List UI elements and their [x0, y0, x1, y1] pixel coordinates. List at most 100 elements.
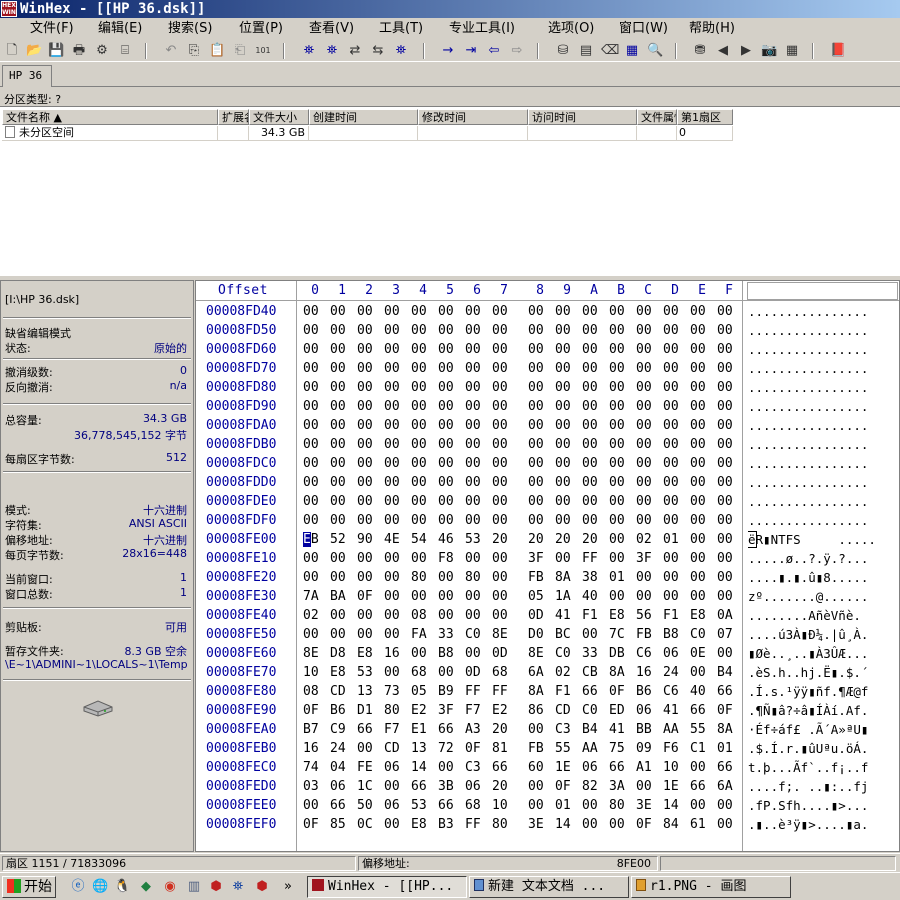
hex-byte[interactable]: 00 — [609, 511, 625, 530]
hex-byte[interactable]: 3E — [636, 796, 652, 815]
hex-byte[interactable]: 00 — [438, 321, 454, 340]
hex-byte[interactable]: 00 — [438, 511, 454, 530]
hex-row[interactable]: 7A BA 0F 00 00 00 00 00 05 1A 40 00 00 00 00 00 — [297, 587, 742, 606]
disk-tools-icon[interactable]: ⛃ — [692, 43, 708, 59]
hex-byte[interactable]: 00 — [663, 359, 679, 378]
hex-byte[interactable]: 00 — [384, 777, 400, 796]
hex-byte[interactable]: 00 — [582, 454, 598, 473]
hex-byte[interactable]: 00 — [582, 321, 598, 340]
hex-byte[interactable]: 00 — [690, 340, 706, 359]
col-header-accessed[interactable]: 访问时间 — [528, 109, 637, 125]
hex-byte[interactable]: 60 — [528, 758, 544, 777]
hex-byte[interactable]: 8E — [303, 644, 319, 663]
hex-byte[interactable]: 00 — [411, 549, 427, 568]
hex-byte[interactable]: 00 — [438, 378, 454, 397]
hex-byte[interactable]: 00 — [636, 473, 652, 492]
hex-byte[interactable]: 00 — [717, 492, 733, 511]
hex-byte[interactable]: 00 — [582, 340, 598, 359]
hex-byte[interactable]: 68 — [492, 663, 508, 682]
hex-byte[interactable]: E8 — [690, 606, 706, 625]
hex-byte[interactable]: 00 — [384, 492, 400, 511]
hex-byte[interactable]: 00 — [357, 511, 373, 530]
copy-icon[interactable]: ⎘ — [186, 43, 202, 59]
hex-byte[interactable]: 20 — [492, 530, 508, 549]
properties-icon[interactable]: ⚙ — [94, 43, 110, 59]
hex-byte[interactable]: 00 — [357, 321, 373, 340]
hex-byte[interactable]: 00 — [357, 378, 373, 397]
hex-byte[interactable]: 85 — [330, 815, 346, 834]
hex-byte[interactable]: 00 — [492, 435, 508, 454]
hex-byte[interactable]: 8A — [555, 568, 571, 587]
hex-byte[interactable]: 75 — [609, 739, 625, 758]
hex-byte[interactable]: D0 — [528, 625, 544, 644]
hex-row[interactable]: 00 00 00 00 00 00 00 00 00 00 00 00 00 00 00 00 — [297, 340, 742, 359]
menu-file[interactable]: 文件(F) — [30, 20, 74, 38]
hex-byte[interactable]: 8E — [492, 625, 508, 644]
hex-byte[interactable]: 00 — [663, 321, 679, 340]
hex-byte[interactable]: 0E — [690, 644, 706, 663]
ascii-row[interactable]: ....f;. ..▮:..fj — [748, 777, 898, 796]
hex-byte[interactable]: 80 — [609, 796, 625, 815]
ascii-row[interactable]: ....▮.▮.û▮8..... — [748, 568, 898, 587]
hex-byte[interactable]: BB — [636, 720, 652, 739]
hex-byte[interactable]: 00 — [303, 511, 319, 530]
ascii-row[interactable]: t.þ...Ãf`..f¡..f — [748, 758, 898, 777]
hex-byte[interactable]: 00 — [330, 473, 346, 492]
hex-byte[interactable]: 86 — [528, 701, 544, 720]
hex-byte[interactable]: 00 — [357, 359, 373, 378]
hex-byte[interactable]: 06 — [384, 796, 400, 815]
hex-byte[interactable]: 00 — [357, 454, 373, 473]
hex-byte[interactable]: 00 — [582, 397, 598, 416]
hex-byte[interactable]: 00 — [717, 473, 733, 492]
hex-byte[interactable]: FB — [636, 625, 652, 644]
hex-row[interactable]: 00 00 00 00 00 00 00 00 00 00 00 00 00 00 00 00 — [297, 435, 742, 454]
ascii-row[interactable]: ................ — [748, 302, 898, 321]
hex-byte[interactable]: 00 — [717, 340, 733, 359]
hex-byte[interactable]: FF — [465, 815, 481, 834]
hex-byte[interactable]: E8 — [609, 606, 625, 625]
hex-byte[interactable]: E8 — [330, 663, 346, 682]
hex-row[interactable]: 00 00 00 00 00 00 00 00 00 00 00 00 00 00 00 00 — [297, 416, 742, 435]
hex-byte[interactable]: 00 — [555, 302, 571, 321]
ascii-row[interactable]: .fP.Sfh....▮>... — [748, 796, 898, 815]
hex-byte[interactable]: B6 — [636, 682, 652, 701]
hex-byte[interactable]: 14 — [555, 815, 571, 834]
hex-byte[interactable]: 00 — [717, 644, 733, 663]
hex-byte[interactable]: 00 — [555, 397, 571, 416]
hex-byte[interactable]: 00 — [636, 359, 652, 378]
hex-byte[interactable]: 41 — [663, 701, 679, 720]
hex-byte[interactable]: 00 — [528, 359, 544, 378]
hex-byte[interactable]: 00 — [330, 302, 346, 321]
hex-byte[interactable]: 00 — [492, 549, 508, 568]
hex-byte[interactable]: 68 — [465, 796, 481, 815]
hex-byte[interactable]: 00 — [555, 454, 571, 473]
hex-row[interactable]: 00 00 00 00 00 00 00 00 00 00 00 00 00 00 00 00 — [297, 397, 742, 416]
hex-byte[interactable]: 00 — [717, 549, 733, 568]
hex-byte[interactable]: 61 — [690, 815, 706, 834]
hex-byte[interactable]: 00 — [303, 473, 319, 492]
hex-byte[interactable]: C0 — [690, 625, 706, 644]
hex-byte[interactable]: 00 — [582, 435, 598, 454]
hex-byte[interactable]: C0 — [555, 644, 571, 663]
ascii-row[interactable]: ................ — [748, 378, 898, 397]
hex-byte[interactable]: E1 — [411, 720, 427, 739]
hex-byte[interactable]: 00 — [609, 435, 625, 454]
hex-byte[interactable]: 66 — [609, 758, 625, 777]
hex-byte[interactable]: 8E — [528, 644, 544, 663]
hex-byte[interactable]: 00 — [636, 454, 652, 473]
hex-byte[interactable]: 00 — [663, 568, 679, 587]
hex-byte[interactable]: 00 — [555, 321, 571, 340]
hex-byte[interactable]: 01 — [663, 530, 679, 549]
hex-byte[interactable]: 8A — [717, 720, 733, 739]
hex-byte[interactable]: 00 — [690, 663, 706, 682]
app-quicklaunch-icon[interactable]: ◆ — [138, 879, 154, 895]
hex-byte[interactable]: 6A — [528, 663, 544, 682]
hex-byte[interactable]: 00 — [465, 416, 481, 435]
hex-byte[interactable]: C0 — [465, 625, 481, 644]
hex-byte[interactable]: 05 — [411, 682, 427, 701]
hex-byte[interactable]: 00 — [717, 321, 733, 340]
doc-quicklaunch-icon[interactable]: ▥ — [186, 879, 202, 895]
hex-byte[interactable]: 00 — [438, 587, 454, 606]
hex-byte[interactable]: 00 — [528, 796, 544, 815]
hex-byte[interactable]: 00 — [384, 606, 400, 625]
